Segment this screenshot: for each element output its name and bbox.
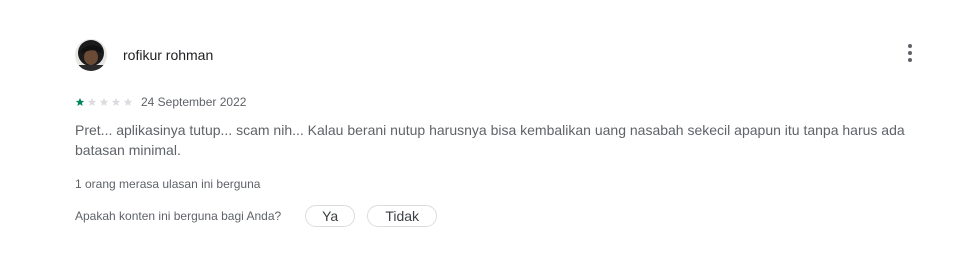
- no-button[interactable]: Tidak: [367, 205, 438, 227]
- star-icon: [111, 97, 121, 106]
- review-date: 24 September 2022: [141, 95, 247, 109]
- more-vert-icon: [908, 44, 912, 62]
- avatar: [75, 39, 107, 71]
- author-name: rofikur rohman: [123, 47, 214, 63]
- helpful-count: 1 orang merasa ulasan ini berguna: [75, 177, 261, 191]
- review-card: rofikur rohman 24 September 2022 Pret...…: [0, 0, 973, 269]
- star-icon: [87, 97, 97, 106]
- review-text: Pret... aplikasinya tutup... scam nih...…: [75, 122, 905, 158]
- more-options-button[interactable]: [898, 41, 922, 65]
- star-icon: [99, 97, 109, 106]
- star-rating: [75, 97, 135, 107]
- feedback-question: Apakah konten ini berguna bagi Anda?: [75, 209, 282, 223]
- star-icon: [75, 97, 85, 106]
- review-meta: 24 September 2022: [75, 95, 246, 109]
- review-header: rofikur rohman: [75, 39, 213, 71]
- feedback-row: Apakah konten ini berguna bagi Anda? Ya …: [75, 205, 438, 227]
- star-icon: [123, 97, 133, 106]
- yes-button[interactable]: Ya: [305, 205, 356, 227]
